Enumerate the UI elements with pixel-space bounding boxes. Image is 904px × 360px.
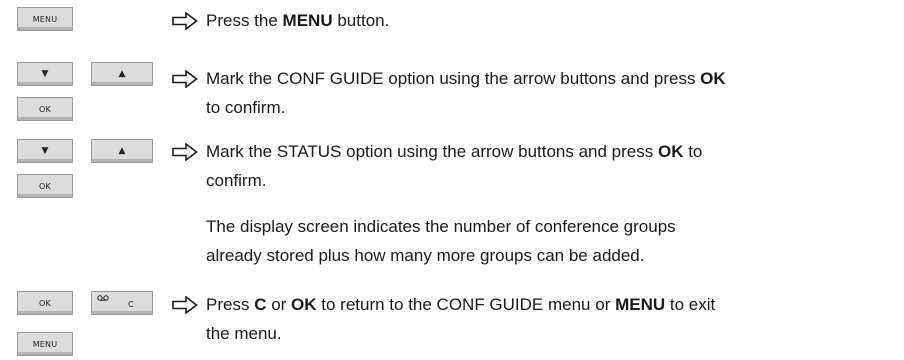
step-2-text: Mark the CONF GUIDE option using the arr… <box>206 64 726 122</box>
down-key-label: ▼ <box>41 145 49 156</box>
menu-key-label: MENU <box>32 339 58 349</box>
note-text: The display screen indicates the number … <box>206 212 676 270</box>
step-4-post2: to exit <box>665 295 716 314</box>
step-3-text: Mark the STATUS option using the arrow b… <box>206 137 702 195</box>
step-1-bold: MENU <box>282 11 333 30</box>
up-key-label: ▲ <box>118 145 126 156</box>
step-1-text: Press the MENU button. <box>206 6 389 35</box>
step-1-post: button. <box>332 11 390 30</box>
step-4-pre: Press <box>206 295 255 314</box>
step-4-text: Press C or OK to return to the CONF GUID… <box>206 290 715 348</box>
step-3-bold: OK <box>657 142 684 161</box>
ok-key-label: OK <box>39 104 51 114</box>
step-4-bold-ok: OK <box>291 295 317 314</box>
menu-key: MENU <box>17 7 73 31</box>
down-key: ▼ <box>17 139 73 163</box>
step-4-post: to return to the CONF GUIDE menu or <box>316 295 616 314</box>
note-line-1: The display screen indicates the number … <box>206 217 676 236</box>
menu-key: MENU <box>17 332 73 356</box>
down-key: ▼ <box>17 62 73 86</box>
up-key: ▲ <box>91 62 153 86</box>
hollow-right-arrow-icon <box>172 70 198 88</box>
step-2-bold: OK <box>700 69 726 88</box>
hollow-right-arrow-icon <box>172 296 198 314</box>
step-3-post: to <box>683 142 703 161</box>
step-4-bold-menu: MENU <box>615 295 666 314</box>
step-4-line-1: Press C or OK to return to the CONF GUID… <box>206 290 715 319</box>
down-key-label: ▼ <box>41 68 49 79</box>
step-2-line-1: Mark the CONF GUIDE option using the arr… <box>206 64 726 93</box>
up-key-label: ▲ <box>118 68 126 79</box>
hollow-right-arrow-icon <box>172 12 198 30</box>
c-key: C <box>91 291 153 315</box>
step-4-mid: or <box>266 295 292 314</box>
ok-key: OK <box>17 97 73 121</box>
menu-key-label: MENU <box>32 14 58 24</box>
ok-key: OK <box>17 174 73 198</box>
note-line-2: already stored plus how many more groups… <box>206 246 645 265</box>
step-1-pre: Press the <box>206 11 283 30</box>
ok-key: OK <box>17 291 73 315</box>
voicemail-icon <box>97 295 109 301</box>
step-3-pre: Mark the STATUS option using the arrow b… <box>206 142 658 161</box>
step-2-line-2: to confirm. <box>206 98 286 117</box>
hollow-right-arrow-icon <box>172 143 198 161</box>
step-4-line-2: the menu. <box>206 324 282 343</box>
step-2-pre: Mark the CONF GUIDE option using the arr… <box>206 69 701 88</box>
up-key: ▲ <box>91 139 153 163</box>
step-3-line-2: confirm. <box>206 171 267 190</box>
ok-key-label: OK <box>39 298 51 308</box>
step-4-bold-c: C <box>254 295 267 314</box>
step-3-line-1: Mark the STATUS option using the arrow b… <box>206 137 702 166</box>
ok-key-label: OK <box>39 181 51 191</box>
c-key-label: C <box>128 300 134 309</box>
